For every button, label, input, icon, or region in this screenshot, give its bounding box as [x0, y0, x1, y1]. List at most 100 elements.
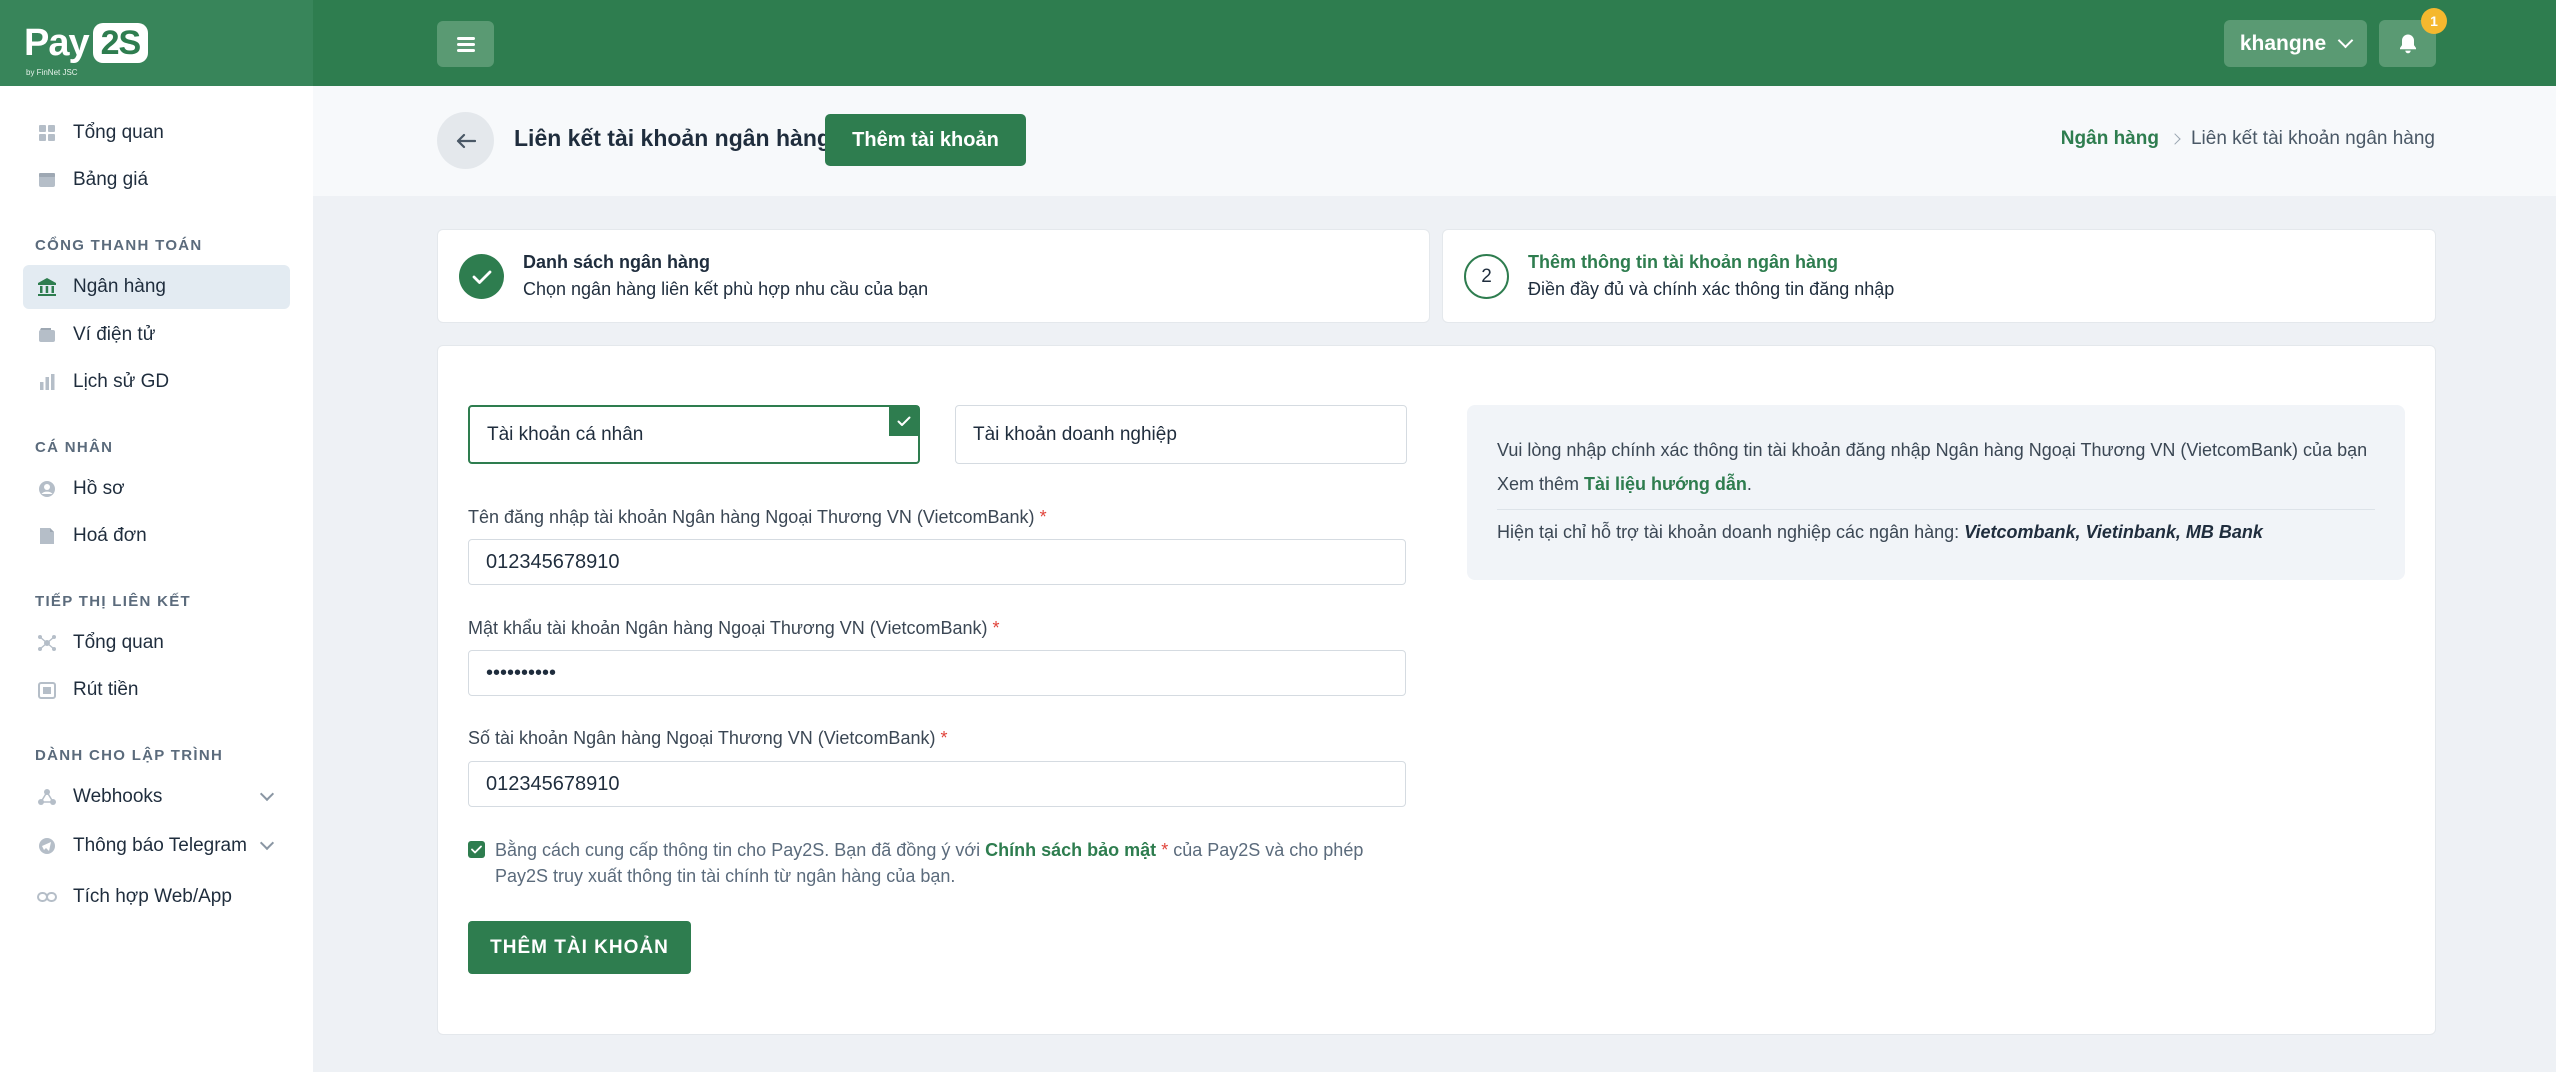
submit-add-account-button[interactable]: THÊM TÀI KHOẢN [468, 921, 691, 974]
logo-text: Pay [24, 21, 90, 64]
required-mark: * [1039, 507, 1047, 527]
agreement-checkbox[interactable] [468, 841, 485, 858]
step-number: 2 [1464, 254, 1509, 299]
info-panel: Vui lòng nhập chính xác thông tin tài kh… [1467, 405, 2405, 580]
info-instruction: Vui lòng nhập chính xác thông tin tài kh… [1497, 440, 2368, 460]
wallet-icon [37, 325, 57, 345]
section-title-developer: DÀNH CHO LẬP TRÌNH [35, 747, 224, 764]
divider [1497, 509, 2375, 510]
invoice-icon [37, 526, 57, 546]
sidebar-item-invoice[interactable]: Hoá đơn [23, 514, 290, 558]
step-title: Thêm thông tin tài khoản ngân hàng [1528, 252, 1838, 272]
top-bar: Pay 2S by FinNet JSC khangne 1 [0, 0, 2556, 86]
user-circle-icon [37, 479, 57, 499]
sidebar-item-label: Bảng giá [73, 169, 149, 190]
menu-toggle-button[interactable] [437, 21, 494, 67]
sidebar-item-label: Webhooks [73, 786, 163, 807]
username-field-label: Tên đăng nhập tài khoản Ngân hàng Ngoại … [468, 507, 1047, 527]
account-type-label: Tài khoản cá nhân [487, 423, 644, 445]
section-title-payment-gateway: CỔNG THANH TOÁN [35, 237, 203, 254]
brand-area: Pay 2S by FinNet JSC [0, 0, 313, 86]
check-icon [472, 270, 491, 284]
back-button[interactable] [437, 112, 494, 169]
sidebar-item-label: Rút tiền [73, 679, 139, 700]
step-account-info: 2 Thêm thông tin tài khoản ngân hàng Điề… [1442, 229, 2436, 323]
sidebar-item-label: Ví điện tử [73, 324, 156, 345]
sidebar-item-label: Tích hợp Web/App [73, 886, 232, 907]
sidebar-item-label: Tổng quan [73, 122, 164, 143]
sidebar-item-label: Lịch sử GD [73, 371, 170, 392]
chevron-down-icon [259, 835, 275, 851]
sidebar-item-bank[interactable]: Ngân hàng [23, 265, 290, 309]
sidebar-item-e-wallet[interactable]: Ví điện tử [23, 313, 290, 357]
sidebar-item-web-app-integration[interactable]: Tích hợp Web/App [23, 875, 290, 919]
sidebar-item-overview[interactable]: Tổng quan [23, 111, 290, 155]
chevron-down-icon [2337, 32, 2354, 49]
password-field-label: Mật khẩu tài khoản Ngân hàng Ngoại Thươn… [468, 618, 1000, 638]
webhook-icon [37, 787, 57, 807]
account-type-label: Tài khoản doanh nghiệp [973, 423, 1177, 445]
account-number-field-label: Số tài khoản Ngân hàng Ngoại Thương VN (… [468, 728, 948, 748]
sidebar-item-label: Hoá đơn [73, 525, 147, 546]
sidebar-item-pricing[interactable]: Bảng giá [23, 158, 290, 202]
chevron-down-icon [259, 786, 275, 802]
section-title-personal: CÁ NHÂN [35, 439, 114, 456]
step-subtitle: Điền đầy đủ và chính xác thông tin đăng … [1528, 279, 1895, 299]
password-input[interactable] [468, 650, 1406, 696]
link-icon [37, 887, 57, 907]
bell-icon [2399, 34, 2416, 53]
agreement: Bằng cách cung cấp thông tin cho Pay2S. … [468, 837, 1408, 889]
sidebar-item-profile[interactable]: Hồ sơ [23, 467, 290, 511]
logo-suffix: 2S [92, 23, 149, 63]
arrow-left-icon [456, 133, 476, 148]
step-title: Danh sách ngân hàng [523, 252, 711, 272]
network-icon [37, 633, 57, 653]
step-bank-list[interactable]: Danh sách ngân hàng Chọn ngân hàng liên … [437, 229, 1430, 323]
sidebar-item-affiliate-overview[interactable]: Tổng quan [23, 621, 290, 665]
chevron-right-icon [2169, 133, 2181, 145]
info-docs: Xem thêm Tài liệu hướng dẫn. [1497, 474, 1752, 494]
sidebar-item-label: Thông báo Telegram [73, 835, 247, 856]
hamburger-icon [456, 37, 475, 52]
page-title: Liên kết tài khoản ngân hàng [514, 125, 831, 151]
withdraw-icon [37, 680, 57, 700]
documentation-link[interactable]: Tài liệu hướng dẫn [1584, 474, 1747, 494]
pay2s-logo[interactable]: Pay 2S by FinNet JSC [24, 21, 149, 77]
sidebar-item-webhooks[interactable]: Webhooks [23, 775, 290, 819]
agreement-text: Bằng cách cung cấp thông tin cho Pay2S. … [495, 840, 1364, 886]
add-account-button[interactable]: Thêm tài khoản [825, 114, 1026, 166]
selected-check-icon [889, 406, 919, 436]
user-menu-button[interactable]: khangne [2224, 20, 2367, 67]
required-mark: * [992, 618, 1000, 638]
privacy-policy-link[interactable]: Chính sách bảo mật [985, 840, 1156, 860]
price-tag-icon [37, 170, 57, 190]
sidebar-item-telegram[interactable]: Thông báo Telegram [23, 824, 290, 868]
breadcrumb: Ngân hàng Liên kết tài khoản ngân hàng [2061, 128, 2435, 150]
step-complete-check [459, 254, 504, 299]
breadcrumb-current: Liên kết tài khoản ngân hàng [2190, 128, 2435, 149]
step-subtitle: Chọn ngân hàng liên kết phù hợp nhu cầu … [523, 279, 929, 299]
logo-byline: by FinNet JSC [26, 67, 78, 77]
username-input[interactable] [468, 539, 1406, 585]
sidebar-item-label: Ngân hàng [73, 276, 166, 297]
required-mark: * [940, 728, 948, 748]
check-icon [471, 845, 482, 854]
info-supported-banks: Hiện tại chỉ hỗ trợ tài khoản doanh nghi… [1497, 522, 2263, 542]
username: khangne [2239, 31, 2327, 55]
telegram-icon [37, 836, 57, 856]
account-type-personal[interactable]: Tài khoản cá nhân [468, 405, 920, 464]
sidebar-item-transaction-history[interactable]: Lịch sử GD [23, 360, 290, 404]
account-type-business[interactable]: Tài khoản doanh nghiệp [955, 405, 1407, 464]
supported-banks-list: Vietcombank, Vietinbank, MB Bank [1964, 522, 2263, 542]
sidebar: Tổng quan Bảng giá CỔNG THANH TOÁN Ngân … [0, 86, 313, 1072]
grid-icon [37, 123, 57, 143]
bank-icon [37, 277, 57, 297]
section-title-affiliate: TIẾP THỊ LIÊN KẾT [35, 593, 192, 610]
sidebar-item-label: Hồ sơ [73, 478, 125, 499]
breadcrumb-link-bank[interactable]: Ngân hàng [2061, 128, 2159, 150]
bar-chart-icon [37, 372, 57, 392]
notification-badge: 1 [2421, 8, 2447, 34]
account-number-input[interactable] [468, 761, 1406, 807]
sidebar-item-label: Tổng quan [73, 632, 164, 653]
sidebar-item-withdraw[interactable]: Rút tiền [23, 668, 290, 712]
